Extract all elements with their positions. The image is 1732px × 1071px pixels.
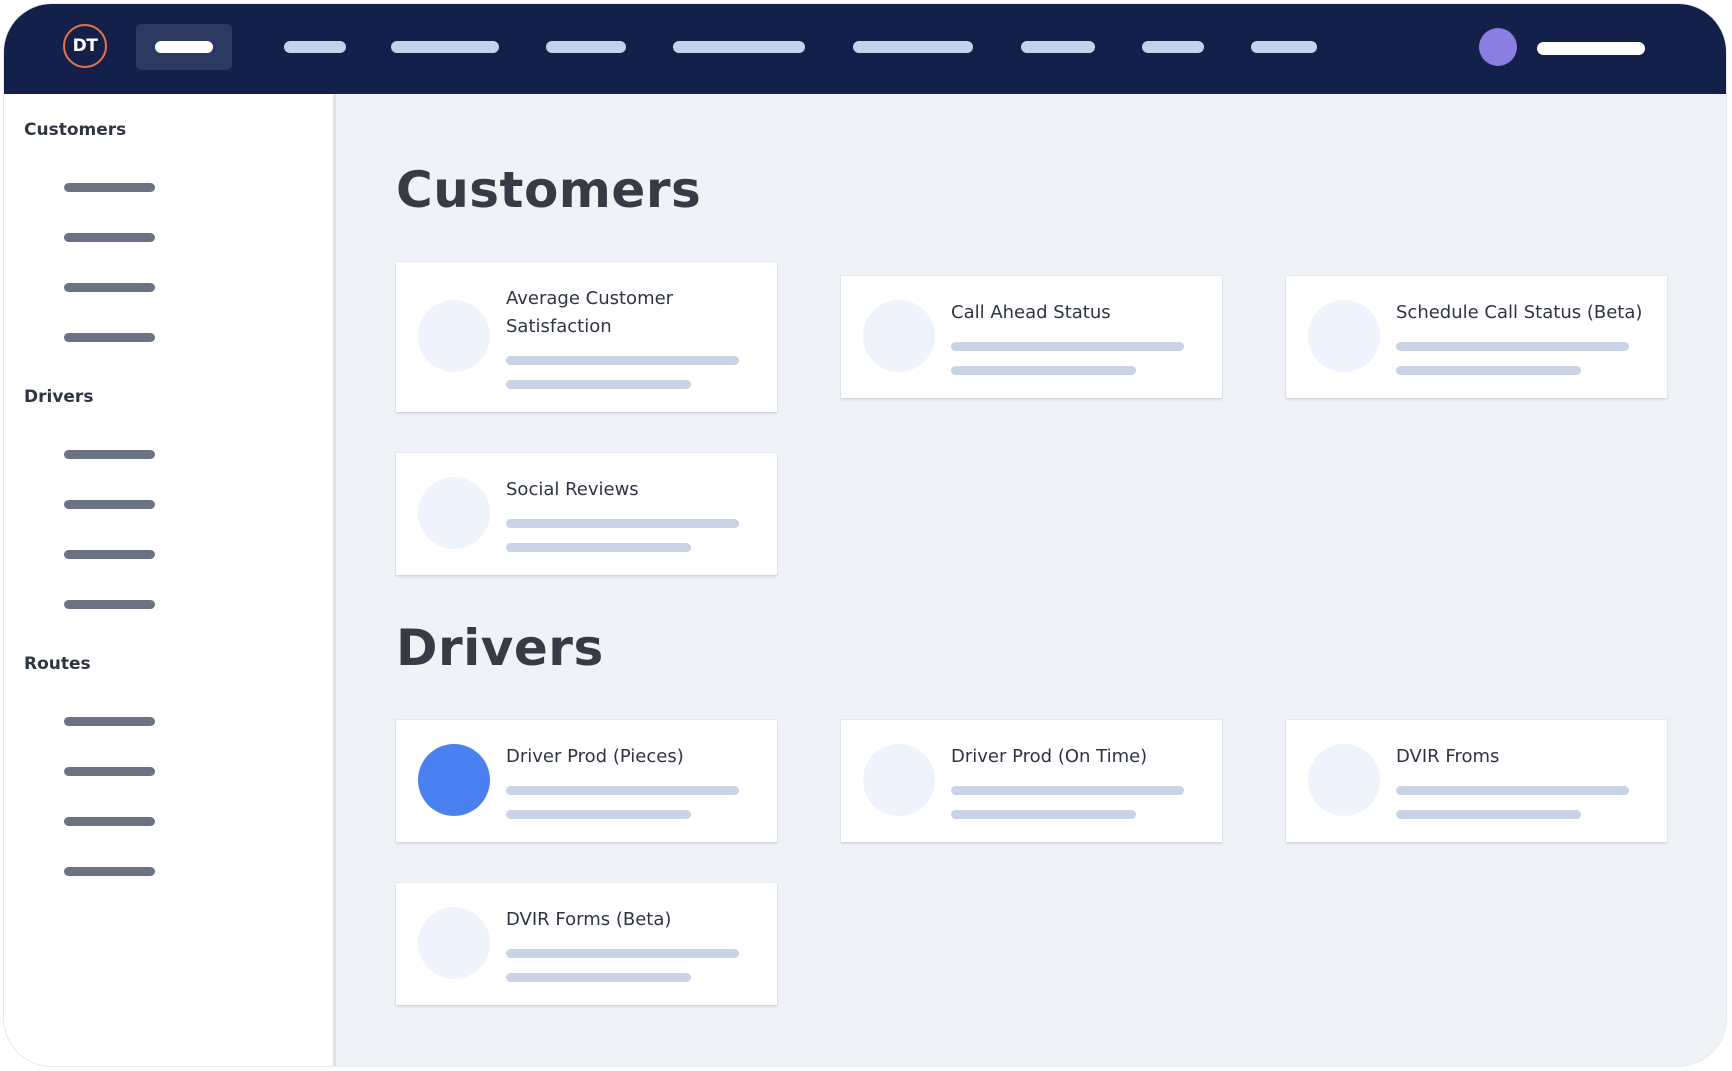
card-schedule-call-status-beta[interactable]: Schedule Call Status (Beta) — [1286, 276, 1667, 398]
card-dvir-froms[interactable]: DVIR Froms — [1286, 720, 1667, 842]
card-line-placeholder — [1396, 366, 1581, 375]
card-line-placeholder — [1396, 810, 1581, 819]
card-line-placeholder — [1396, 342, 1629, 351]
nav-item-9[interactable] — [1250, 24, 1318, 70]
metric-icon-placeholder — [1308, 744, 1380, 816]
sidebar-item-customers-2[interactable] — [64, 233, 155, 242]
user-avatar[interactable] — [1479, 28, 1517, 66]
sidebar-item-customers-4[interactable] — [64, 333, 155, 342]
nav-item-label-placeholder — [391, 41, 499, 53]
sidebar-item-routes-4[interactable] — [64, 867, 155, 876]
card-social-reviews[interactable]: Social Reviews — [396, 453, 777, 575]
sidebar-heading-drivers: Drivers — [24, 387, 94, 407]
card-line-placeholder — [506, 786, 739, 795]
sidebar-item-customers-3[interactable] — [64, 283, 155, 292]
section-title-customers: Customers — [396, 161, 702, 219]
metric-icon-placeholder — [863, 300, 935, 372]
card-title: DVIR Forms (Beta) — [506, 909, 672, 930]
nav-item-3[interactable] — [390, 24, 500, 70]
section-title-drivers: Drivers — [396, 619, 604, 677]
card-title: Call Ahead Status — [951, 302, 1111, 323]
sidebar-heading-customers: Customers — [24, 120, 127, 140]
sidebar-item-drivers-4[interactable] — [64, 600, 155, 609]
card-line-placeholder — [506, 949, 739, 958]
sidebar-heading-routes: Routes — [24, 654, 91, 674]
nav-item-label-placeholder — [284, 41, 346, 53]
metric-icon-placeholder — [418, 907, 490, 979]
nav-item-label-placeholder — [1021, 41, 1095, 53]
card-title: Social Reviews — [506, 479, 639, 500]
card-line-placeholder — [506, 380, 691, 389]
nav-item-8[interactable] — [1141, 24, 1205, 70]
nav-item-1[interactable] — [136, 24, 232, 70]
card-line-placeholder — [951, 366, 1136, 375]
sidebar-item-drivers-3[interactable] — [64, 550, 155, 559]
card-driver-prod-on-time[interactable]: Driver Prod (On Time) — [841, 720, 1222, 842]
sidebar-item-customers-1[interactable] — [64, 183, 155, 192]
nav-item-6[interactable] — [852, 24, 974, 70]
nav-item-5[interactable] — [672, 24, 806, 70]
nav-item-7[interactable] — [1020, 24, 1096, 70]
card-line-placeholder — [506, 543, 691, 552]
card-line-placeholder — [506, 519, 739, 528]
card-title: Schedule Call Status (Beta) — [1396, 302, 1643, 323]
metric-icon-placeholder — [418, 477, 490, 549]
nav-item-2[interactable] — [283, 24, 347, 70]
card-average-customer-satisfaction[interactable]: Average Customer Satisfaction — [396, 262, 777, 412]
card-line-placeholder — [951, 342, 1184, 351]
nav-item-label-placeholder — [1251, 41, 1317, 53]
sidebar-item-routes-2[interactable] — [64, 767, 155, 776]
card-title: Driver Prod (Pieces) — [506, 746, 684, 767]
metric-icon-placeholder — [863, 744, 935, 816]
card-line-placeholder — [506, 810, 691, 819]
nav-item-label-placeholder — [853, 41, 973, 53]
metric-icon-active — [418, 744, 490, 816]
card-line-placeholder — [506, 973, 691, 982]
card-line-placeholder — [506, 356, 739, 365]
metric-icon-placeholder — [418, 300, 490, 372]
sidebar: Customers Drivers Routes — [4, 94, 336, 1066]
card-title: Driver Prod (On Time) — [951, 746, 1148, 767]
app-window: DT Customers Drivers Routes Customers Av… — [4, 4, 1726, 1066]
nav-item-label-placeholder — [546, 41, 626, 53]
sidebar-item-routes-3[interactable] — [64, 817, 155, 826]
card-title: DVIR Froms — [1396, 746, 1500, 767]
card-driver-prod-pieces[interactable]: Driver Prod (Pieces) — [396, 720, 777, 842]
card-title: Average Customer Satisfaction — [506, 288, 674, 337]
sidebar-item-drivers-1[interactable] — [64, 450, 155, 459]
card-line-placeholder — [951, 810, 1136, 819]
sidebar-item-routes-1[interactable] — [64, 717, 155, 726]
top-navigation-bar: DT — [4, 4, 1726, 94]
card-call-ahead-status[interactable]: Call Ahead Status — [841, 276, 1222, 398]
card-dvir-forms-beta[interactable]: DVIR Forms (Beta) — [396, 883, 777, 1005]
nav-item-4[interactable] — [545, 24, 627, 70]
sidebar-item-drivers-2[interactable] — [64, 500, 155, 509]
user-name-placeholder[interactable] — [1537, 42, 1645, 55]
nav-item-label-placeholder — [1142, 41, 1204, 53]
card-line-placeholder — [1396, 786, 1629, 795]
metric-icon-placeholder — [1308, 300, 1380, 372]
nav-item-label-placeholder — [673, 41, 805, 53]
nav-item-label-placeholder — [155, 41, 213, 53]
dt-logo[interactable]: DT — [63, 24, 107, 68]
card-line-placeholder — [951, 786, 1184, 795]
